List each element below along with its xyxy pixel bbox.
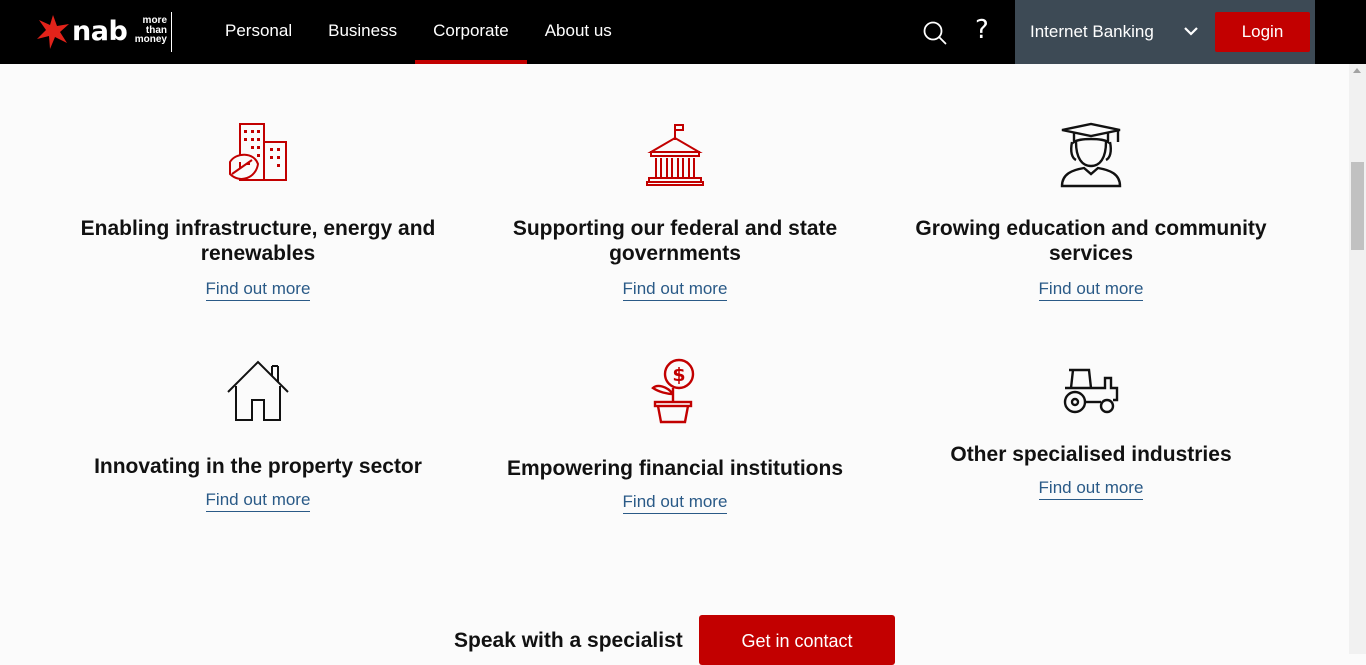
card-title: Growing education and community services: [915, 217, 1267, 265]
nav-item-personal[interactable]: Personal: [207, 0, 310, 64]
page-scrollbar[interactable]: [1349, 64, 1366, 654]
find-out-more-link[interactable]: Find out more: [205, 489, 311, 512]
main-nav: Personal Business Corporate About us: [207, 0, 630, 64]
nav-item-about-us[interactable]: About us: [527, 0, 630, 64]
card-title: Empowering financial institutions: [506, 457, 844, 480]
get-in-contact-button[interactable]: Get in contact: [699, 615, 895, 665]
card-other: Other specialised industries Find out mo…: [891, 366, 1291, 500]
government-building-icon: [646, 124, 704, 186]
login-button[interactable]: Login: [1215, 12, 1310, 52]
scroll-up-arrow[interactable]: [1353, 68, 1361, 73]
scroll-thumb[interactable]: [1351, 162, 1364, 250]
search-icon[interactable]: [922, 20, 948, 46]
internet-banking-panel: Internet Banking Login: [1015, 0, 1315, 64]
chevron-down-icon: [1184, 27, 1198, 36]
find-out-more-link[interactable]: Find out more: [1038, 477, 1144, 500]
logo-tagline: more than money: [134, 15, 167, 45]
cta-text: Speak with a specialist: [454, 629, 683, 652]
find-out-more-link[interactable]: Find out more: [1038, 278, 1144, 301]
find-out-more-link[interactable]: Find out more: [205, 278, 311, 301]
nav-item-corporate[interactable]: Corporate: [415, 0, 527, 64]
find-out-more-link[interactable]: Find out more: [622, 491, 728, 514]
card-title: Innovating in the property sector: [94, 455, 422, 478]
money-plant-icon: $: [651, 358, 695, 424]
internet-banking-label: Internet Banking: [1030, 22, 1154, 41]
tractor-icon: [1063, 368, 1119, 414]
card-infrastructure: Enabling infrastructure, energy and rene…: [58, 122, 458, 301]
building-leaf-icon: [229, 123, 287, 181]
graduate-icon: [1060, 122, 1122, 188]
house-icon: [227, 360, 289, 421]
card-education: Growing education and community services…: [891, 122, 1291, 301]
nav-item-business[interactable]: Business: [310, 0, 415, 64]
card-property: Innovating in the property sector Find o…: [58, 360, 458, 512]
help-icon[interactable]: ?: [975, 14, 989, 46]
card-title: Other specialised industries: [950, 443, 1232, 466]
card-government: Supporting our federal and state governm…: [475, 122, 875, 301]
card-financial: $ Empowering financial institutions Find…: [475, 358, 875, 514]
site-header: nab more than money Personal Business Co…: [0, 0, 1366, 64]
svg-text:$: $: [672, 364, 685, 386]
card-title: Enabling infrastructure, energy and rene…: [80, 217, 436, 265]
nab-wordmark: nab: [72, 16, 128, 47]
internet-banking-dropdown[interactable]: Internet Banking: [1015, 0, 1210, 64]
logo-divider: [171, 12, 172, 52]
nab-logo[interactable]: nab more than money: [36, 12, 176, 52]
nab-star-icon: [37, 15, 69, 49]
card-title: Supporting our federal and state governm…: [512, 217, 838, 265]
find-out-more-link[interactable]: Find out more: [622, 278, 728, 301]
